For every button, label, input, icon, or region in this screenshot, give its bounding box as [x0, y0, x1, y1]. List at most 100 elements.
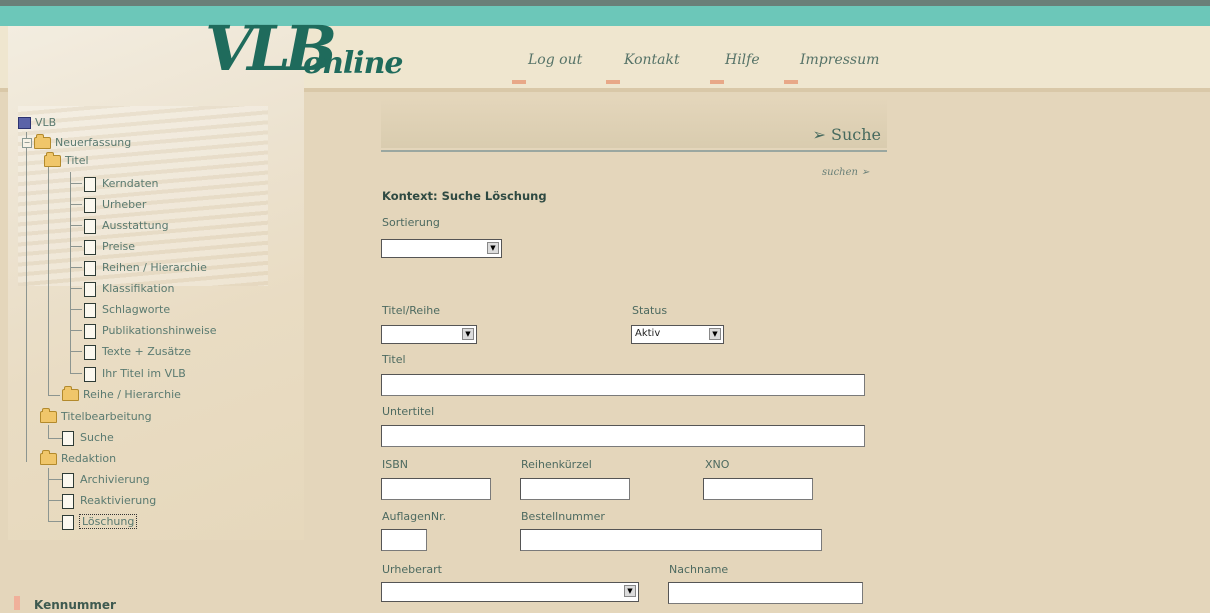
tree-item-suche[interactable]: Suche	[62, 429, 114, 447]
reihenkuerzel-input[interactable]	[520, 478, 630, 500]
chevron-down-icon: ▼	[462, 328, 474, 340]
page-icon	[84, 302, 96, 318]
tree-item-archivierung[interactable]: Archivierung	[62, 471, 150, 489]
vlb-online-logo[interactable]: VLB online	[205, 14, 404, 84]
tree-item-loeschung[interactable]: Löschung	[62, 513, 138, 531]
page-icon	[62, 430, 74, 446]
page-icon	[62, 493, 74, 509]
tree-item-label: Redaktion	[61, 452, 117, 465]
isbn-input[interactable]	[381, 478, 491, 500]
page-title-box: ➢ Suche	[381, 98, 887, 148]
nachname-input[interactable]	[668, 582, 863, 604]
page-title: ➢ Suche	[812, 125, 882, 144]
tree-item-klassifikation[interactable]: Klassifikation	[84, 280, 174, 298]
page-icon	[84, 344, 96, 360]
titel-label: Titel	[382, 353, 406, 366]
tree-item-neuerfassung[interactable]: − Neuerfassung	[22, 134, 131, 152]
suchen-link[interactable]: suchen ➢	[822, 167, 870, 178]
tree-item-reihen-hierarchie[interactable]: Reihen / Hierarchie	[84, 259, 207, 277]
tree-item-redaktion[interactable]: Redaktion	[40, 450, 116, 468]
folder-open-icon	[40, 450, 57, 465]
page-icon	[62, 514, 74, 530]
tree-item-preise[interactable]: Preise	[84, 238, 135, 256]
titel-reihe-select[interactable]: ▼	[381, 325, 477, 344]
tree-item-titel[interactable]: Titel	[44, 152, 89, 170]
bestellnummer-label: Bestellnummer	[521, 510, 605, 523]
tree-item-label: Reaktivierung	[80, 494, 157, 507]
tree-item-kerndaten[interactable]: Kerndaten	[84, 175, 159, 193]
status-select[interactable]: Aktiv ▼	[631, 325, 724, 344]
tree-item-publikationshinweise[interactable]: Publikationshinweise	[84, 322, 217, 340]
nav-marker	[512, 80, 526, 84]
title-divider	[381, 150, 887, 152]
tree-item-label: Suche	[80, 431, 114, 444]
untertitel-input[interactable]	[381, 425, 865, 447]
tree-item-label: Texte + Zusätze	[102, 345, 192, 358]
page-icon	[84, 176, 96, 192]
nav-impressum-link[interactable]: Impressum	[800, 52, 879, 68]
xno-label: XNO	[705, 458, 730, 471]
tree-item-label: Ausstattung	[102, 219, 169, 232]
titel-input[interactable]	[381, 374, 865, 396]
page-icon	[84, 366, 96, 382]
page-icon	[84, 239, 96, 255]
tree-item-label: Schlagworte	[102, 303, 171, 316]
sortierung-select[interactable]: ▼	[381, 239, 502, 258]
sortierung-label: Sortierung	[382, 216, 440, 229]
tree-item-label: Titel	[65, 154, 89, 167]
tree-item-label: Publikationshinweise	[102, 324, 217, 337]
urheberart-label: Urheberart	[382, 563, 442, 576]
tree-item-ausstattung[interactable]: Ausstattung	[84, 217, 169, 235]
tree-item-label: Klassifikation	[102, 282, 175, 295]
tree-item-label: Urheber	[102, 198, 147, 211]
tree-item-ihr-titel-im-vlb[interactable]: Ihr Titel im VLB	[84, 365, 186, 383]
untertitel-label: Untertitel	[382, 405, 435, 418]
tree-item-vlb[interactable]: VLB	[18, 114, 56, 132]
tree-item-titelbearbeitung[interactable]: Titelbearbeitung	[40, 408, 152, 426]
tree-item-urheber[interactable]: Urheber	[84, 196, 146, 214]
tree-item-label: Ihr Titel im VLB	[102, 367, 186, 380]
page-icon	[84, 281, 96, 297]
section-marker	[14, 596, 20, 610]
tree-item-label-selected: Löschung	[78, 514, 138, 529]
tree-item-label: Preise	[102, 240, 136, 253]
bestellnummer-input[interactable]	[520, 529, 822, 551]
book-icon	[18, 117, 31, 129]
logo-online: online	[303, 46, 404, 81]
xno-input[interactable]	[703, 478, 813, 500]
tree-item-schlagworte[interactable]: Schlagworte	[84, 301, 170, 319]
context-heading: Kontext: Suche Löschung	[382, 189, 547, 203]
urheberart-select[interactable]: ▼	[381, 582, 639, 602]
nav-kontakt-link[interactable]: Kontakt	[624, 52, 680, 68]
teal-band	[0, 6, 1210, 26]
folder-open-icon	[44, 152, 61, 167]
nav-hilfe-link[interactable]: Hilfe	[725, 52, 760, 68]
tree-item-label: Reihen / Hierarchie	[102, 261, 207, 274]
collapse-icon[interactable]: −	[22, 138, 32, 148]
nav-marker	[784, 80, 798, 84]
tree-item-reihe-hierarchie[interactable]: Reihe / Hierarchie	[62, 386, 181, 404]
nav-logout-link[interactable]: Log out	[528, 52, 582, 68]
tree-item-label: Archivierung	[80, 473, 150, 486]
chevron-down-icon: ▼	[624, 585, 636, 597]
nav-marker	[606, 80, 620, 84]
auflagennr-input[interactable]	[381, 529, 427, 551]
nachname-label: Nachname	[669, 563, 729, 576]
folder-open-icon	[34, 134, 51, 149]
status-value: Aktiv	[635, 328, 661, 339]
tree-item-label: VLB	[35, 116, 57, 129]
reihenkuerzel-label: Reihenkürzel	[521, 458, 592, 471]
chevron-down-icon: ▼	[709, 328, 721, 340]
nav-marker	[710, 80, 724, 84]
tree-item-reaktivierung[interactable]: Reaktivierung	[62, 492, 156, 510]
tree-item-label: Neuerfassung	[55, 136, 132, 149]
page-icon	[84, 197, 96, 213]
tree-item-label: Titelbearbeitung	[61, 410, 152, 423]
tree-item-label: Kerndaten	[102, 177, 159, 190]
tree-item-texte-zusaetze[interactable]: Texte + Zusätze	[84, 343, 191, 361]
page-icon	[84, 260, 96, 276]
tree-item-label: Reihe / Hierarchie	[83, 388, 181, 401]
kennummer-heading: Kennummer	[34, 598, 116, 612]
status-label: Status	[632, 304, 668, 317]
titel-reihe-label: Titel/Reihe	[382, 304, 440, 317]
